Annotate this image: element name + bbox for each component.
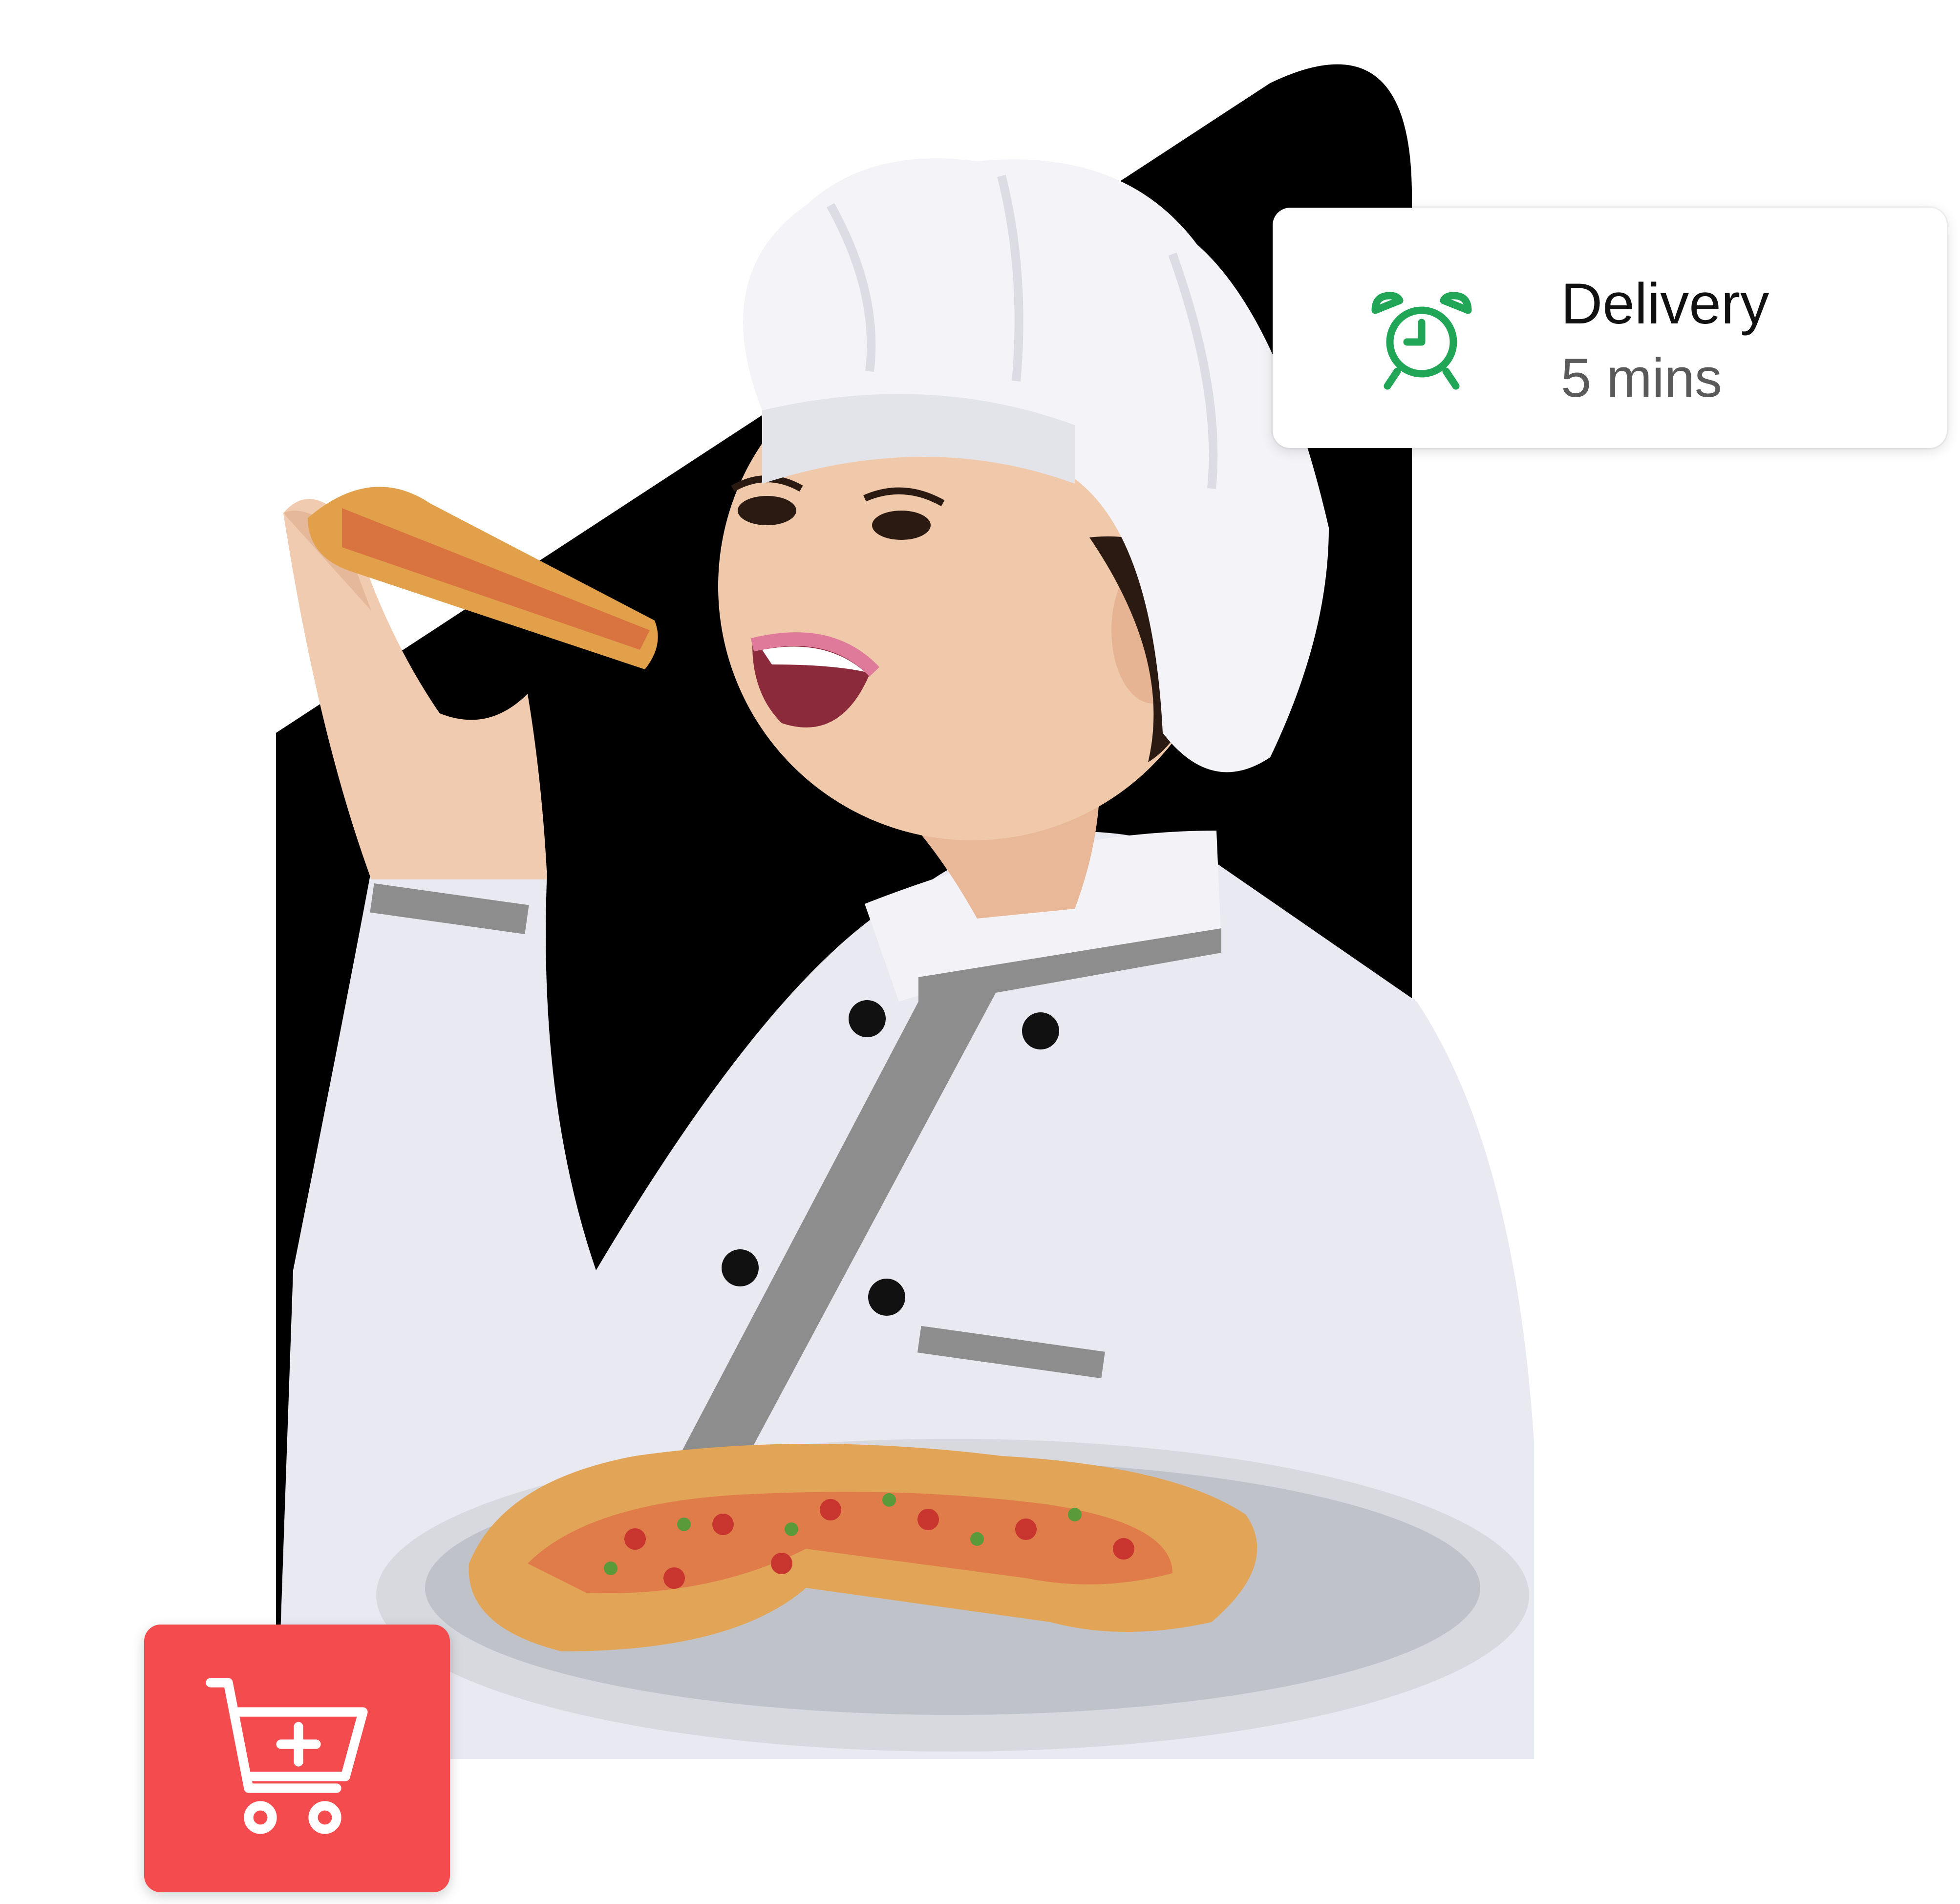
add-to-cart-icon	[202, 1671, 378, 1847]
add-to-cart-button[interactable]	[144, 1625, 450, 1892]
delivery-card: Delivery 5 mins	[1273, 208, 1947, 448]
delivery-label: Delivery	[1561, 272, 1769, 336]
delivery-time: 5 mins	[1561, 347, 1722, 408]
alarm-clock-icon	[1365, 288, 1478, 391]
